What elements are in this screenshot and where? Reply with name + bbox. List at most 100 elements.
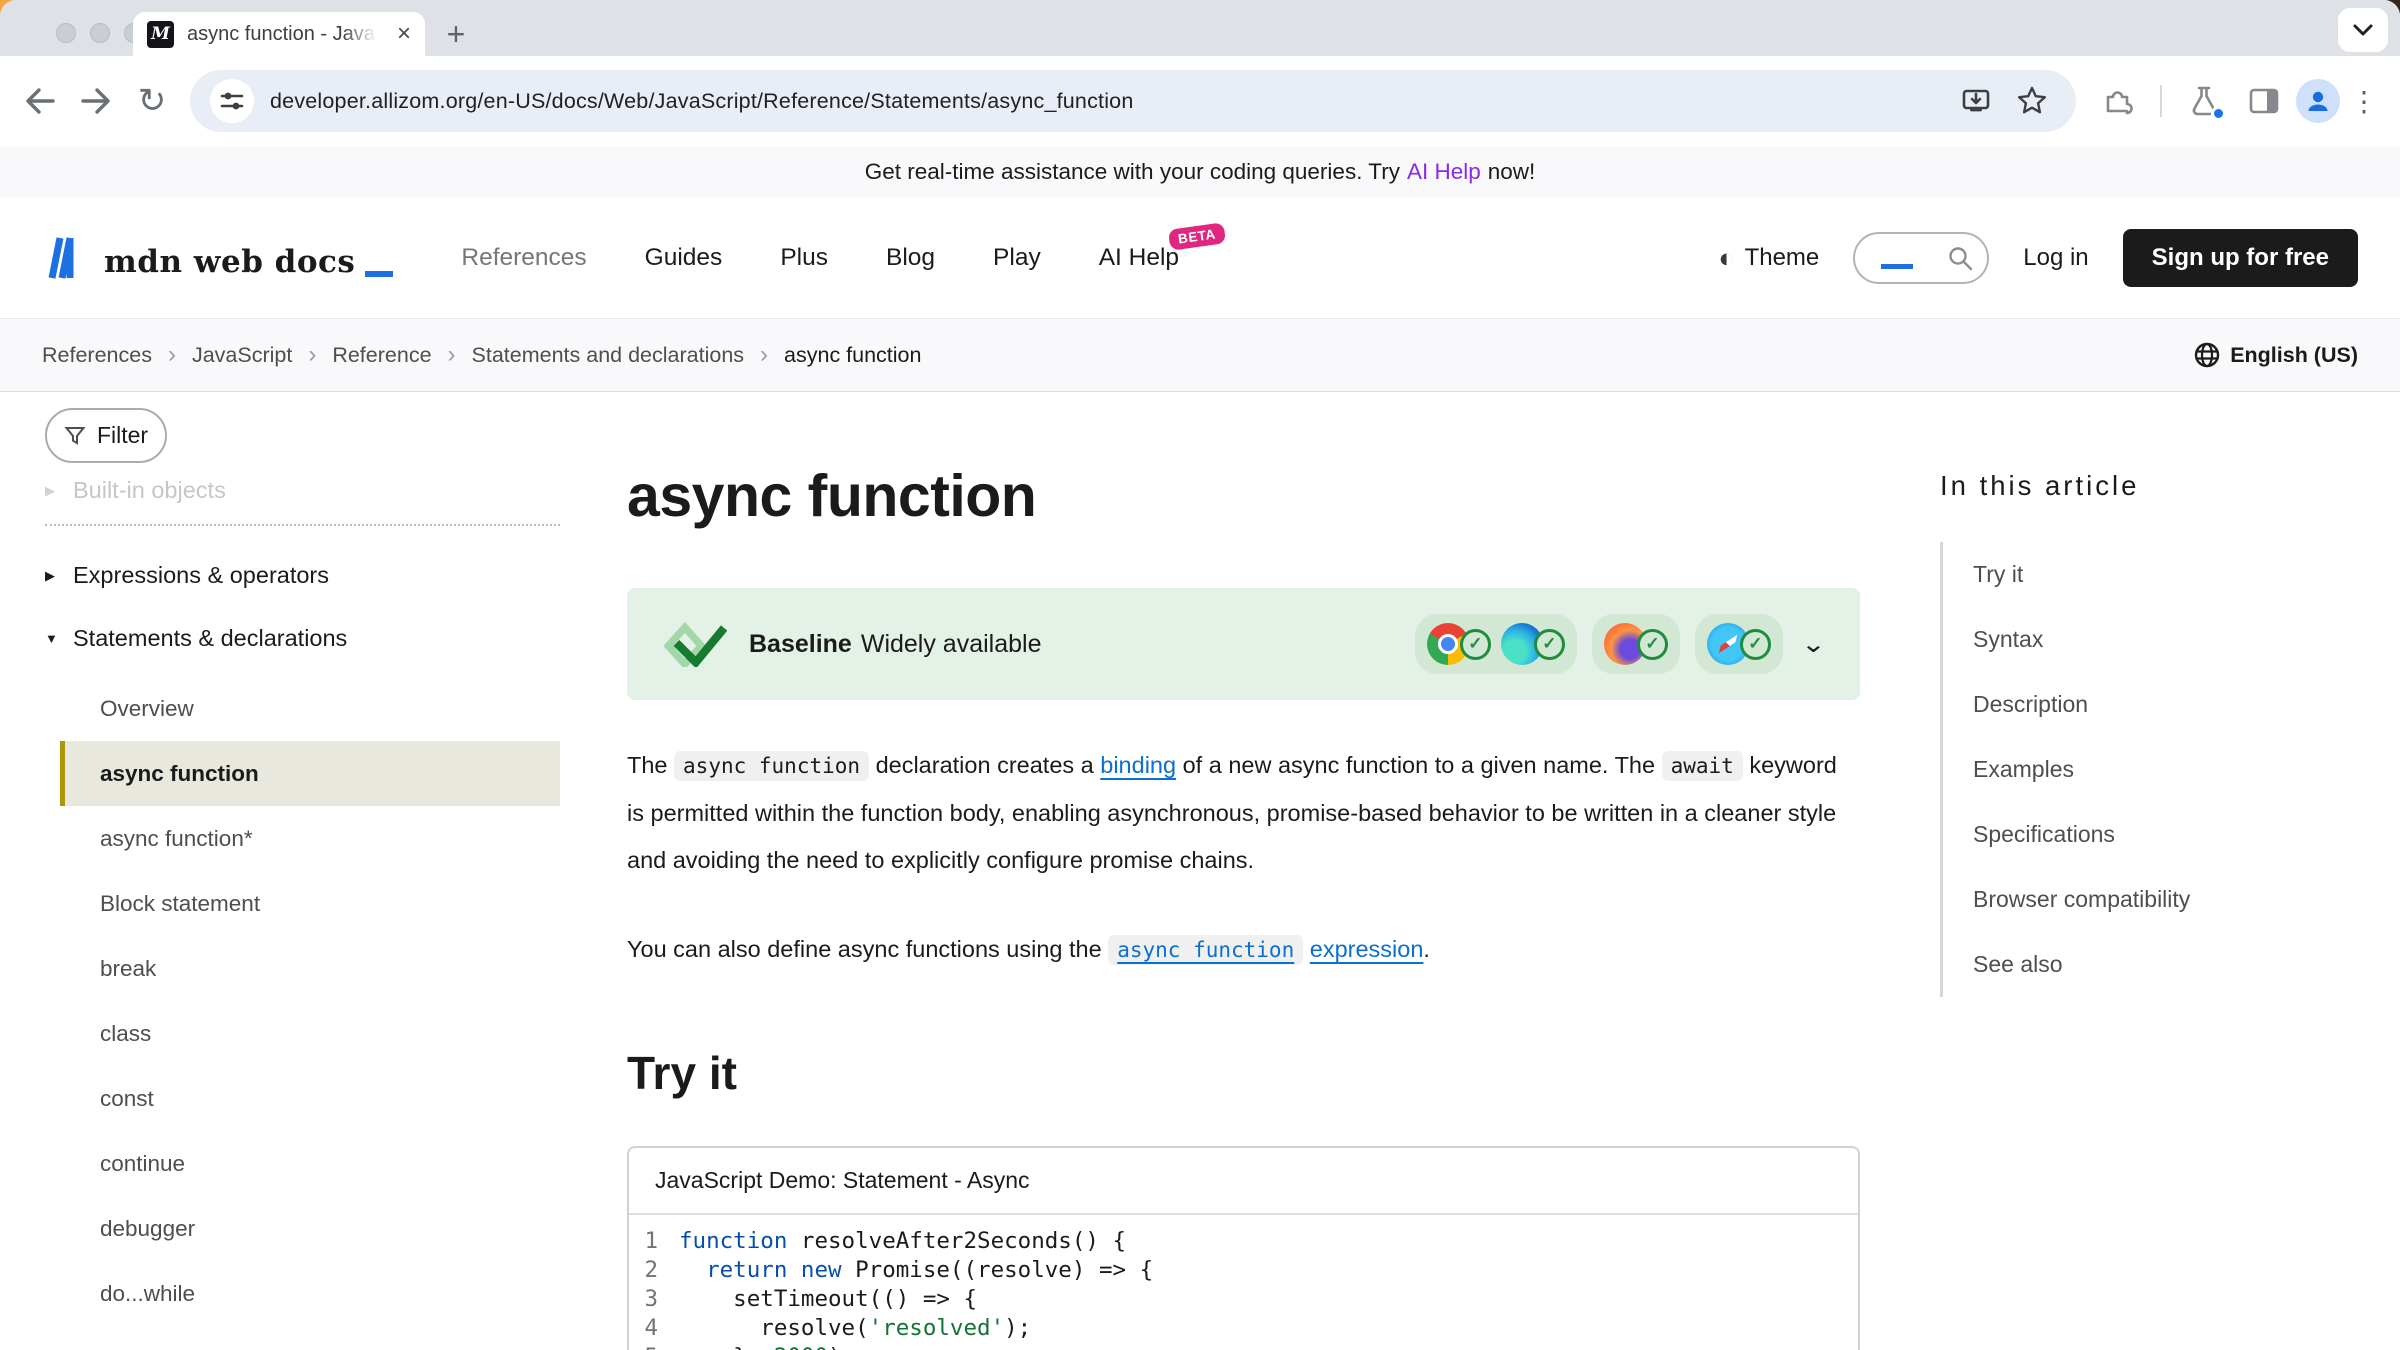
code-line[interactable]: 3 setTimeout(() => { [629,1285,1858,1314]
sidebar-item-overview[interactable]: Overview [60,676,560,741]
mdn-logo-underscore [365,271,393,277]
nav-item-play[interactable]: Play [993,244,1041,272]
banner-text: Get real-time assistance with your codin… [865,159,1400,185]
breadcrumb-separator-icon: › [308,341,316,369]
article-code-link[interactable]: async function [1108,935,1303,965]
code-token: 'resolved' [869,1315,1004,1341]
code-line[interactable]: 4 resolve('resolved'); [629,1314,1858,1343]
article-link[interactable]: binding [1100,752,1176,778]
sidebar-section-statements-declarations[interactable]: ▼Statements & declarations [45,625,560,652]
sidebar-item-do-while[interactable]: do...while [60,1261,560,1326]
code-token: new [801,1257,842,1283]
forward-button[interactable] [68,73,124,129]
nav-item-plus[interactable]: Plus [780,244,828,272]
chevron-down-icon [2352,23,2374,37]
toc-list: Try itSyntaxDescriptionExamplesSpecifica… [1940,542,2360,997]
forward-arrow-icon [77,82,115,120]
check-icon: ✓ [1534,629,1565,660]
code-token: resolveAfter2Seconds() { [787,1228,1126,1254]
sidebar-section-expressions-operators[interactable]: ▶Expressions & operators [45,562,560,589]
code-content: setTimeout(() => { [679,1285,977,1314]
toc-item-syntax[interactable]: Syntax [1943,607,2360,672]
theme-toggle[interactable]: ◐ Theme [1718,243,1819,274]
ai-help-link[interactable]: AI Help [1407,159,1481,185]
extensions-button[interactable] [2090,73,2146,129]
breadcrumb-separator-icon: › [760,341,768,369]
sidebar-section-label: Expressions & operators [73,562,329,589]
person-icon [2303,86,2333,116]
labs-notification-dot [2211,106,2226,121]
sidebar-item-empty-statement[interactable]: Empty statement [60,1326,560,1350]
sidebar-item-block-statement[interactable]: Block statement [60,871,560,936]
code-line[interactable]: 5 }, 2000); [629,1343,1858,1350]
baseline-expand-chevron-icon[interactable]: ⌄ [1801,630,1826,658]
sidebar-item-async-function[interactable]: async function [60,741,560,806]
login-link[interactable]: Log in [2023,244,2088,272]
breadcrumb-item[interactable]: References [42,343,152,368]
tab-search-button[interactable] [2338,8,2388,52]
ai-help-banner: Get real-time assistance with your codin… [0,146,2400,198]
page-title: async function [627,462,1860,530]
code-line[interactable]: 2 return new Promise((resolve) => { [629,1256,1858,1285]
toc-item-see-also[interactable]: See also [1943,932,2360,997]
sidebar-item-class[interactable]: class [60,1001,560,1066]
breadcrumb-item[interactable]: Reference [332,343,431,368]
toc-item-description[interactable]: Description [1943,672,2360,737]
nav-item-guides[interactable]: Guides [645,244,723,272]
sidebar-sublist: Overviewasync functionasync function*Blo… [60,676,560,1350]
sidebar-item-debugger[interactable]: debugger [60,1196,560,1261]
side-panel-button[interactable] [2236,73,2292,129]
toc-item-examples[interactable]: Examples [1943,737,2360,802]
toc-item-specifications[interactable]: Specifications [1943,802,2360,867]
reload-button[interactable]: ↻ [124,73,180,129]
url-bar[interactable]: developer.allizom.org/en-US/docs/Web/Jav… [190,70,2076,132]
sidebar-section-label: Statements & declarations [73,625,347,652]
tab-close-icon[interactable]: × [397,22,411,46]
sidebar-item-async-function-[interactable]: async function* [60,806,560,871]
toc-item-try-it[interactable]: Try it [1943,542,2360,607]
profile-avatar[interactable] [2296,79,2340,123]
back-button[interactable] [12,73,68,129]
code-content: function resolveAfter2Seconds() { [679,1227,1126,1256]
sidebar-section-built-in-objects[interactable]: ▶Built-in objects [45,477,560,504]
language-button[interactable]: English (US) [2193,341,2358,369]
url-text[interactable]: developer.allizom.org/en-US/docs/Web/Jav… [270,89,1942,114]
toc-item-browser-compatibility[interactable]: Browser compatibility [1943,867,2360,932]
code-editor[interactable]: 1function resolveAfter2Seconds() {2 retu… [629,1215,1858,1350]
sidebar-item-break[interactable]: break [60,936,560,1001]
breadcrumb-item[interactable]: JavaScript [192,343,292,368]
triangle-collapsed-icon: ▶ [45,483,61,499]
code-line[interactable]: 1function resolveAfter2Seconds() { [629,1227,1858,1256]
banner-text-suffix: now! [1488,159,1536,185]
nav-item-ai-help[interactable]: AI HelpBETA [1099,244,1179,272]
signup-button[interactable]: Sign up for free [2123,229,2358,287]
article-paragraph: You can also define async functions usin… [627,926,1860,974]
search-cursor [1881,264,1913,269]
chrome-labs-button[interactable] [2176,73,2232,129]
new-tab-button[interactable]: + [437,15,475,53]
bookmark-star-button[interactable] [2008,77,2056,125]
site-info-icon[interactable] [210,79,254,123]
sidebar-item-const[interactable]: const [60,1066,560,1131]
breadcrumb: References›JavaScript›Reference›Statemen… [42,341,921,369]
install-app-button[interactable] [1952,77,2000,125]
window-controls [56,23,144,43]
browser-menu-button[interactable]: ⋮ [2344,85,2384,118]
article-link[interactable]: expression [1310,936,1424,962]
mdn-logo[interactable]: mdn web docs [42,236,393,280]
window-minimize-button[interactable] [90,23,110,43]
code-token: ); [828,1344,855,1350]
code-token: resolve( [679,1315,869,1341]
nav-item-blog[interactable]: Blog [886,244,935,272]
nav-item-references[interactable]: References [461,244,586,272]
browser-tab[interactable]: M async function - JavaScript | × [133,12,425,56]
breadcrumb-item[interactable]: async function [784,343,921,368]
sidebar-item-continue[interactable]: continue [60,1131,560,1196]
baseline-banner[interactable]: BaselineWidely available ✓✓✓✓ ⌄ [627,588,1860,700]
filter-button[interactable]: Filter [45,408,167,463]
window-close-button[interactable] [56,23,76,43]
demo-title: JavaScript Demo: Statement - Async [629,1148,1858,1215]
sidebar: Filter ▶Built-in objects▶Expressions & o… [0,392,582,1350]
search-input[interactable] [1853,232,1989,284]
breadcrumb-item[interactable]: Statements and declarations [472,343,745,368]
